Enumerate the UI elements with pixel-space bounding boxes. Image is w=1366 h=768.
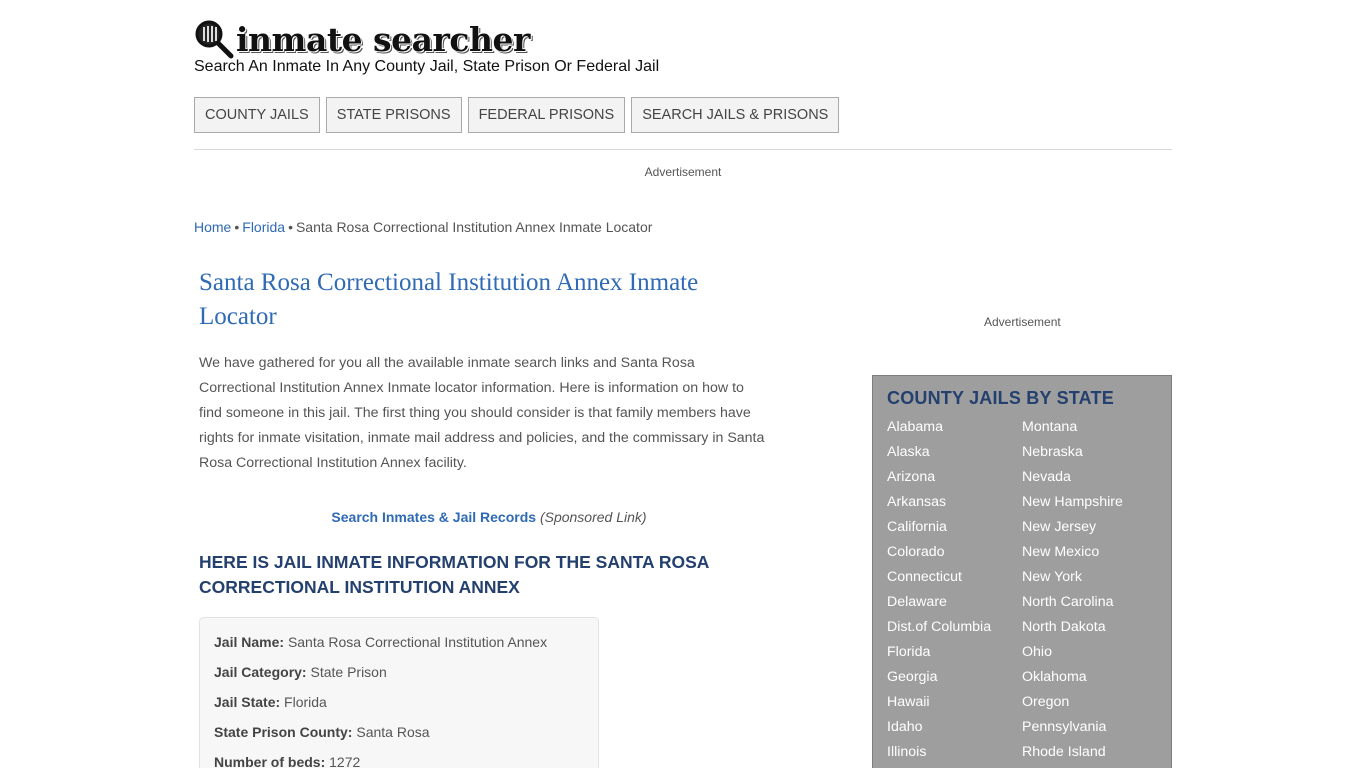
nav-county-jails[interactable]: COUNTY JAILS	[194, 97, 320, 133]
state-link-montana[interactable]: Montana	[1022, 415, 1157, 440]
main-content: Santa Rosa Correctional Institution Anne…	[199, 266, 774, 600]
info-value: Santa Rosa	[356, 724, 430, 740]
info-row-prison-county: State Prison County: Santa Rosa	[214, 719, 584, 749]
advertisement-label-side: Advertisement	[984, 315, 1061, 329]
info-value: Santa Rosa Correctional Institution Anne…	[287, 634, 548, 650]
jail-info-box: Jail Name: Santa Rosa Correctional Insti…	[199, 617, 599, 768]
state-link-north-carolina[interactable]: North Carolina	[1022, 590, 1157, 615]
state-link-dist-of-columbia[interactable]: Dist.of Columbia	[887, 615, 1022, 640]
state-link-nevada[interactable]: Nevada	[1022, 465, 1157, 490]
info-key: Jail State:	[214, 694, 281, 710]
info-key: Jail Name:	[214, 634, 285, 650]
info-value: Florida	[284, 694, 327, 710]
magnifier-icon	[194, 19, 234, 59]
sponsored-search-link[interactable]: Search Inmates & Jail Records	[331, 509, 536, 525]
info-key: Jail Category:	[214, 664, 307, 680]
intro-paragraph: We have gathered for you all the availab…	[199, 355, 765, 471]
section-heading: HERE IS JAIL INMATE INFORMATION FOR THE …	[199, 552, 709, 597]
state-link-arizona[interactable]: Arizona	[887, 465, 1022, 490]
site-logo[interactable]: inmate searcher	[194, 18, 530, 60]
state-link-california[interactable]: California	[887, 515, 1022, 540]
breadcrumb-state[interactable]: Florida	[242, 219, 285, 235]
page-title: Santa Rosa Correctional Institution Anne…	[199, 269, 699, 330]
breadcrumb-home[interactable]: Home	[194, 219, 231, 235]
nav-state-prisons[interactable]: STATE PRISONS	[325, 97, 462, 133]
info-row-number-of-beds: Number of beds: 1272	[214, 749, 584, 768]
state-link-rhode-island[interactable]: Rhode Island	[1022, 740, 1157, 765]
info-row-jail-name: Jail Name: Santa Rosa Correctional Insti…	[214, 629, 584, 659]
logo-text: inmate searcher	[236, 19, 530, 59]
sponsored-note: (Sponsored Link)	[539, 509, 647, 525]
state-link-colorado[interactable]: Colorado	[887, 540, 1022, 565]
info-key: State Prison County:	[214, 724, 353, 740]
state-link-pennsylvania[interactable]: Pennsylvania	[1022, 715, 1157, 740]
breadcrumb-separator: •	[288, 219, 293, 235]
breadcrumb-separator: •	[234, 219, 240, 235]
nav-federal-prisons[interactable]: FEDERAL PRISONS	[467, 97, 626, 133]
state-link-connecticut[interactable]: Connecticut	[887, 565, 1022, 590]
breadcrumb: Home • Florida • Santa Rosa Correctional Ins…	[194, 219, 652, 235]
nav-search-jails-prisons[interactable]: SEARCH JAILS & PRISONS	[631, 97, 840, 133]
state-link-new-hampshire[interactable]: New Hampshire	[1022, 490, 1157, 515]
state-link-nebraska[interactable]: Nebraska	[1022, 440, 1157, 465]
state-link-new-jersey[interactable]: New Jersey	[1022, 515, 1157, 540]
state-link-oregon[interactable]: Oregon	[1022, 690, 1157, 715]
state-link-ohio[interactable]: Ohio	[1022, 640, 1157, 665]
site-tagline: Search An Inmate In Any County Jail, Sta…	[194, 58, 660, 75]
state-link-alaska[interactable]: Alaska	[887, 440, 1022, 465]
state-link-florida[interactable]: Florida	[887, 640, 1022, 665]
state-link-delaware[interactable]: Delaware	[887, 590, 1022, 615]
sponsored-link-row: Search Inmates & Jail Records (Sponsored…	[199, 509, 779, 525]
state-link-north-dakota[interactable]: North Dakota	[1022, 615, 1157, 640]
state-link-oklahoma[interactable]: Oklahoma	[1022, 665, 1157, 690]
state-links: Alabama Montana Alaska Nebraska Arizona Nevad…	[887, 415, 1157, 765]
state-link-new-york[interactable]: New York	[1022, 565, 1157, 590]
advertisement-label-top: Advertisement	[644, 165, 722, 179]
main-nav: COUNTY JAILS STATE PRISONS FEDERAL PRISO…	[194, 97, 840, 133]
state-link-new-mexico[interactable]: New Mexico	[1022, 540, 1157, 565]
info-key: Number of beds:	[214, 754, 326, 768]
sidebar-title: COUNTY JAILS BY STATE	[887, 388, 1114, 408]
state-link-georgia[interactable]: Georgia	[887, 665, 1022, 690]
state-link-idaho[interactable]: Idaho	[887, 715, 1022, 740]
state-link-alabama[interactable]: Alabama	[887, 415, 1022, 440]
breadcrumb-current: Santa Rosa Correctional Institution Anne…	[295, 219, 653, 235]
state-link-hawaii[interactable]: Hawaii	[887, 690, 1022, 715]
info-value: 1272	[329, 754, 361, 768]
state-link-illinois[interactable]: Illinois	[887, 740, 1022, 765]
header-divider	[194, 149, 1172, 150]
info-value: State Prison	[310, 664, 387, 680]
state-link-arkansas[interactable]: Arkansas	[887, 490, 1022, 515]
info-row-jail-state: Jail State: Florida	[214, 689, 584, 719]
info-row-jail-category: Jail Category: State Prison	[214, 659, 584, 689]
county-jails-by-state-box: COUNTY JAILS BY STATE Alabama Montana Alas…	[872, 375, 1172, 768]
